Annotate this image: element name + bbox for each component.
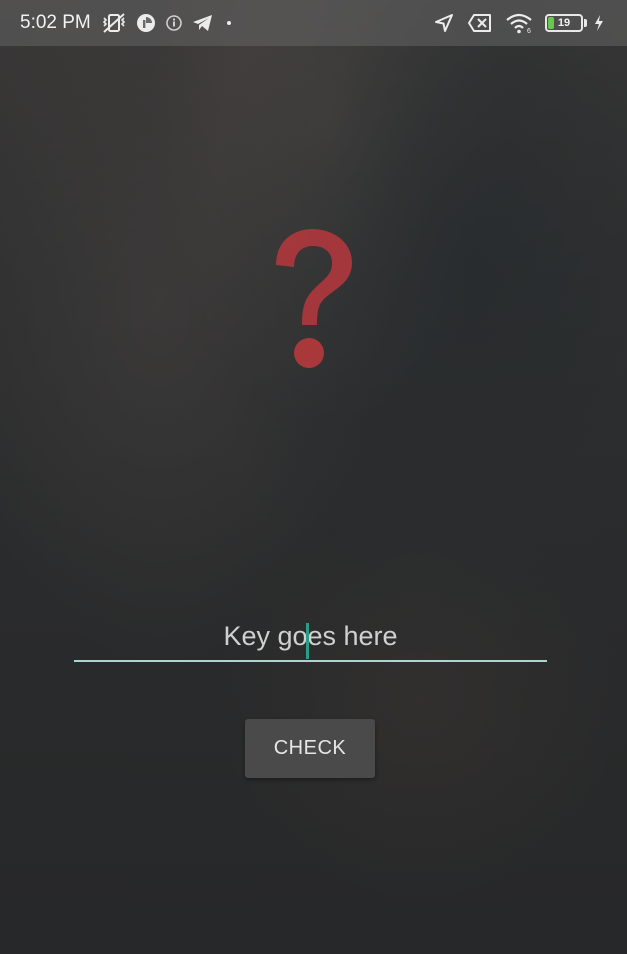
battery-nub [584,19,587,27]
battery-level: 19 [557,17,571,29]
check-button[interactable]: CHECK [245,719,375,778]
charging-bolt-icon [593,14,605,32]
status-time: 5:02 PM [20,12,91,33]
battery-icon: 19 [545,14,587,32]
telegram-icon [191,12,215,34]
status-bar: 5:02 PM 6 19 [0,0,627,46]
data-saver-icon [135,12,157,34]
text-cursor [306,623,309,659]
dot-icon [223,17,235,29]
vibrate-off-icon [101,12,127,34]
info-icon [165,14,183,32]
location-arrow-icon [433,12,455,34]
battery-body: 19 [545,14,583,32]
app-screen: 5:02 PM 6 19 Key goes here CHECK [0,0,627,954]
key-input[interactable] [74,612,547,662]
battery-fill [548,17,555,29]
status-bar-left: 5:02 PM [0,12,433,34]
question-mark-icon [262,225,362,375]
status-bar-right: 6 19 [433,12,627,34]
wifi-icon: 6 [505,12,533,34]
no-sim-icon [467,13,493,33]
key-input-container [74,612,547,666]
svg-text:6: 6 [527,28,531,34]
